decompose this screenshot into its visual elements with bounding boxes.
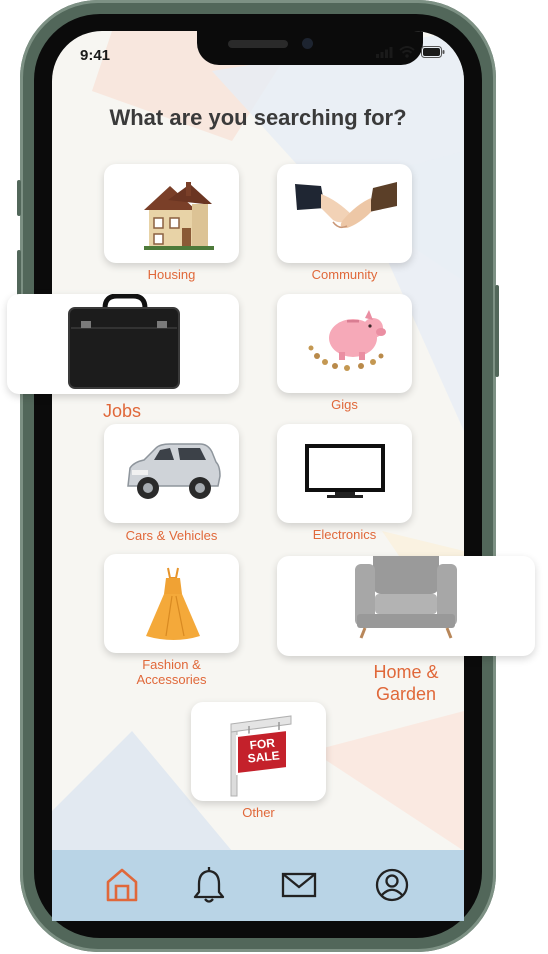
category-label-community: Community <box>311 267 378 282</box>
sign-text: FOR SALE <box>240 736 286 766</box>
category-label-other: Other <box>242 805 275 820</box>
category-tile-cars-vehicles[interactable] <box>104 424 239 523</box>
dress-icon <box>146 567 200 640</box>
category-label-jobs: Jobs <box>102 401 142 421</box>
mail-icon <box>281 872 317 898</box>
tv-icon <box>305 444 385 498</box>
front-camera <box>302 38 313 49</box>
category-tile-other[interactable]: FOR SALE <box>191 702 326 801</box>
category-label-cars-vehicles: Cars & Vehicles <box>125 528 218 543</box>
status-time: 9:41 <box>80 47 111 64</box>
category-label-home-line2: Garden <box>375 684 437 704</box>
nav-messages[interactable] <box>280 866 318 909</box>
signal-icon <box>376 46 393 58</box>
status-icons <box>376 46 445 58</box>
category-tile-electronics[interactable] <box>277 424 412 523</box>
category-label-home-line1: Home & <box>373 662 439 682</box>
category-label-gigs: Gigs <box>331 397 358 412</box>
category-label-fashion-line2: Accessories <box>136 672 207 687</box>
category-label-electronics: Electronics <box>312 527 377 542</box>
user-icon <box>375 868 409 902</box>
home-icon <box>106 868 138 902</box>
piggy-bank-icon <box>308 310 386 371</box>
category-tile-jobs[interactable] <box>7 293 239 394</box>
category-label-fashion-accessories: Fashion & Accessories <box>104 657 239 687</box>
page-title: What are you searching for? <box>109 105 407 130</box>
category-label-housing: Housing <box>147 267 196 282</box>
house-icon <box>144 182 214 250</box>
battery-icon <box>421 46 445 58</box>
handshake-icon <box>295 182 397 229</box>
speaker <box>228 40 288 48</box>
wifi-icon <box>399 46 415 58</box>
power-button <box>495 285 499 377</box>
side-button <box>17 180 21 216</box>
category-label-home-garden: Home & Garden <box>355 661 457 705</box>
nav-notifications[interactable] <box>191 866 227 909</box>
car-icon <box>127 443 221 499</box>
nav-profile[interactable] <box>373 866 411 909</box>
category-tile-gigs[interactable] <box>277 294 412 393</box>
briefcase-icon <box>68 293 180 389</box>
category-tile-community[interactable] <box>277 164 412 263</box>
armchair-icon <box>355 546 457 639</box>
category-tile-home-garden[interactable] <box>277 546 535 656</box>
category-tile-housing[interactable] <box>104 164 239 263</box>
bell-icon <box>193 867 225 903</box>
nav-home[interactable] <box>104 866 140 909</box>
category-tile-fashion-accessories[interactable] <box>104 554 239 653</box>
category-label-fashion-line1: Fashion & <box>142 657 201 672</box>
